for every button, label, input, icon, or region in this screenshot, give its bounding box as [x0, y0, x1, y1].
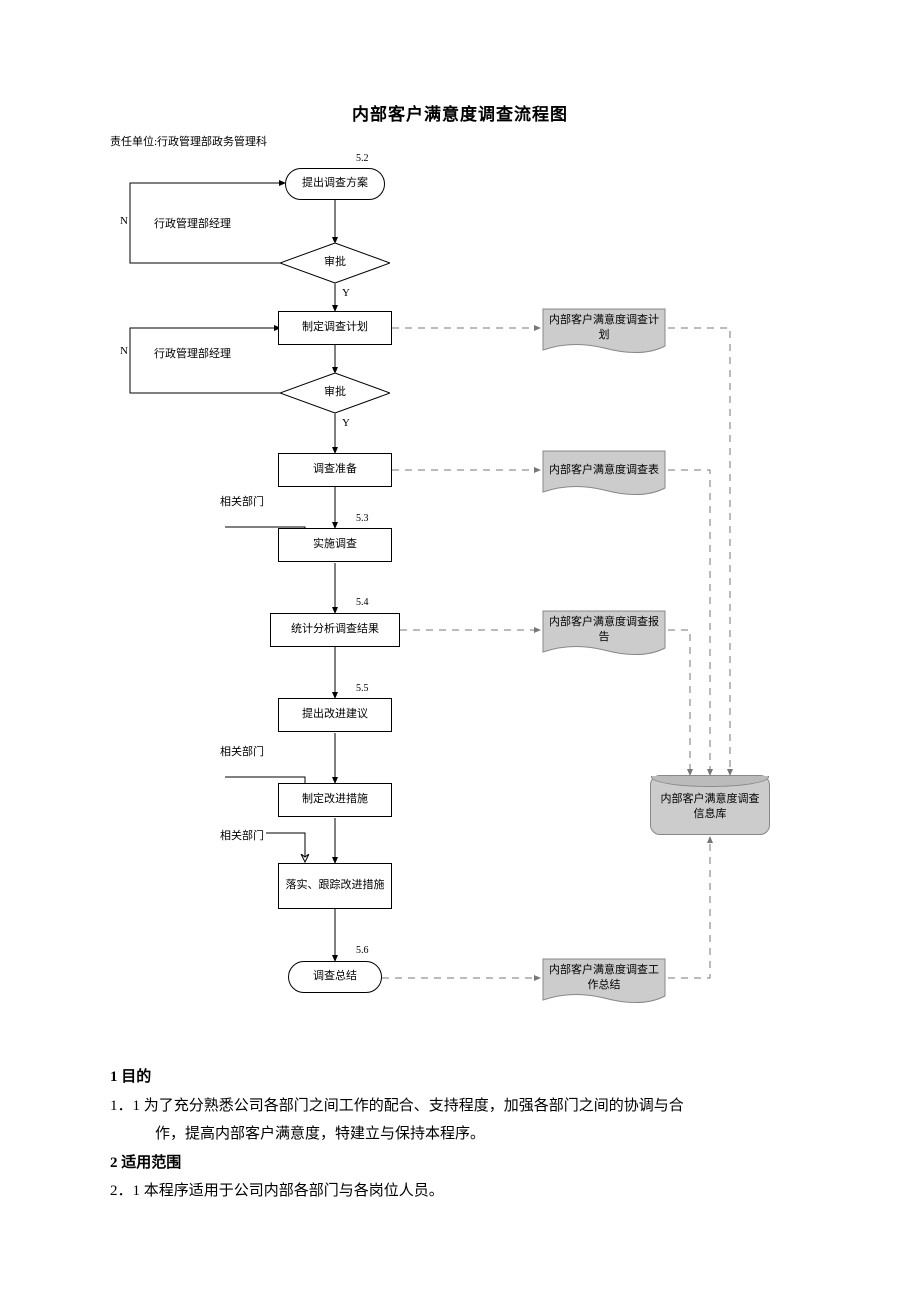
node-database: 内部客户满意度调查信息库	[650, 775, 770, 835]
owner-line: 责任单位:行政管理部政务管理科	[110, 133, 810, 149]
section-1-heading: 1 目的	[110, 1063, 810, 1092]
num-5-6: 5.6	[356, 945, 369, 956]
section-1-1-line-b: 作，提高内部客户满意度，特建立与保持本程序。	[110, 1120, 810, 1149]
body-text: 1 目的 1．1 为了充分熟悉公司各部门之间工作的配合、支持程度，加强各部门之间…	[110, 1063, 810, 1206]
node-impl: 实施调查	[278, 528, 392, 562]
label-N-2: N	[120, 345, 128, 357]
page-title: 内部客户满意度调查流程图	[110, 100, 810, 125]
node-summary: 调查总结	[288, 961, 382, 993]
label-N-1: N	[120, 215, 128, 227]
label-Y-1: Y	[342, 287, 350, 299]
section-2-heading: 2 适用范围	[110, 1149, 810, 1178]
label-mgr-2: 行政管理部经理	[152, 345, 233, 361]
node-prep: 调查准备	[278, 453, 392, 487]
num-5-3: 5.3	[356, 513, 369, 524]
node-approve-1: 审批	[280, 243, 390, 283]
node-track: 落实、跟踪改进措施	[278, 863, 392, 909]
doc-report: 内部客户满意度调查报告	[542, 610, 666, 650]
label-Y-2: Y	[342, 417, 350, 429]
node-approve-2: 审批	[280, 373, 390, 413]
doc-plan: 内部客户满意度调查计划	[542, 308, 666, 348]
doc-table: 内部客户满意度调查表	[542, 450, 666, 490]
flowchart: 5.2 提出调查方案 行政管理部经理 N 审批 Y 制定调查计划 行政管理部经理…	[110, 153, 810, 1023]
section-2-1: 2．1 本程序适用于公司内部各部门与各岗位人员。	[110, 1177, 810, 1206]
label-dept-2: 相关部门	[218, 743, 266, 759]
label-mgr-1: 行政管理部经理	[152, 215, 233, 231]
doc-summary: 内部客户满意度调查工作总结	[542, 958, 666, 998]
num-5-2: 5.2	[356, 153, 369, 164]
label-dept-3: 相关部门	[218, 827, 266, 843]
node-plan: 制定调查计划	[278, 311, 392, 345]
node-stat: 统计分析调查结果	[270, 613, 400, 647]
node-measure: 制定改进措施	[278, 783, 392, 817]
node-start: 提出调查方案	[285, 168, 385, 200]
flow-lines	[110, 153, 810, 1023]
node-sugg: 提出改进建议	[278, 698, 392, 732]
num-5-4: 5.4	[356, 597, 369, 608]
num-5-5: 5.5	[356, 683, 369, 694]
label-dept-1: 相关部门	[218, 493, 266, 509]
section-1-1-line-a: 1．1 为了充分熟悉公司各部门之间工作的配合、支持程度，加强各部门之间的协调与合	[110, 1092, 810, 1121]
